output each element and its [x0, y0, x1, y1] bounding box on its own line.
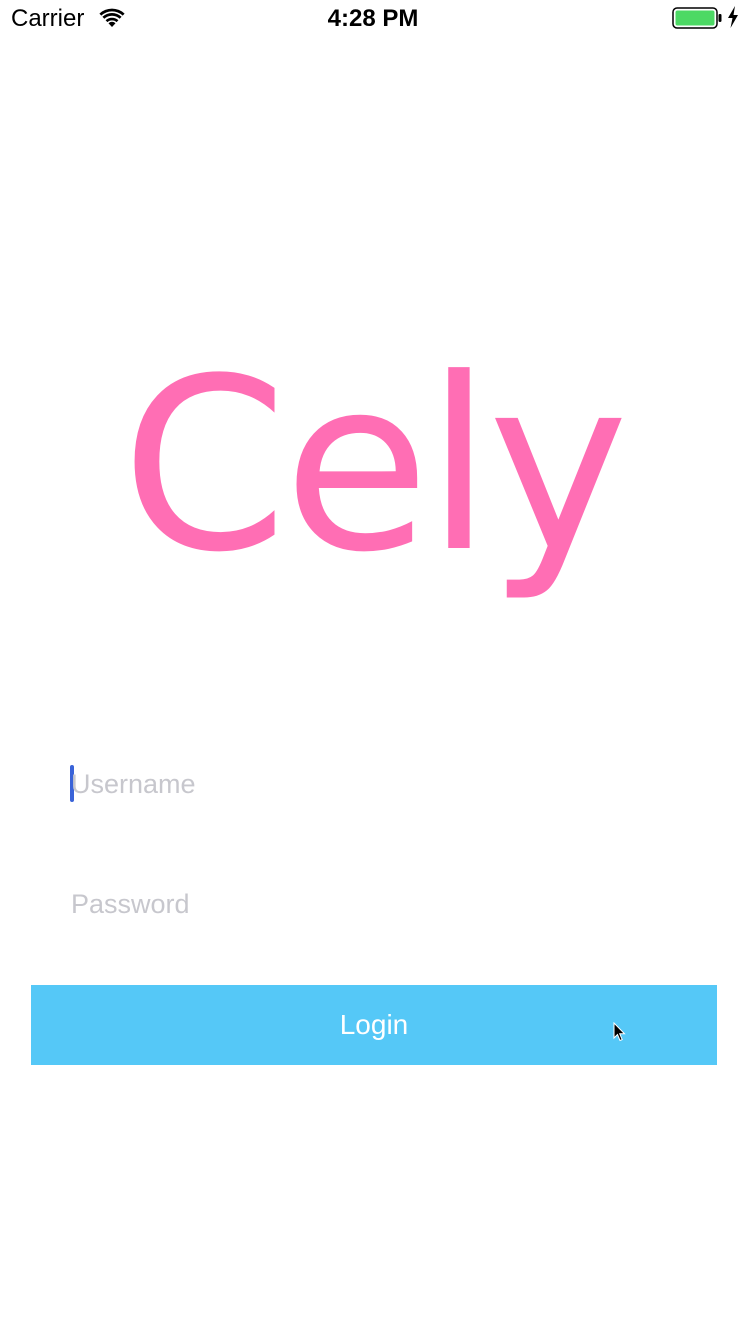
clock: 4:28 PM — [327, 5, 419, 32]
login-button-label: Login — [339, 1009, 409, 1040]
username-input[interactable] — [71, 760, 711, 808]
charging-icon — [728, 6, 738, 28]
mouse-cursor-icon — [613, 1022, 626, 1042]
battery-icon — [672, 7, 722, 29]
logo-text: Cely — [121, 340, 625, 605]
password-input[interactable] — [71, 880, 711, 928]
status-bar: Carrier 4:28 PM — [0, 0, 746, 38]
app-logo: Cely — [121, 340, 629, 605]
